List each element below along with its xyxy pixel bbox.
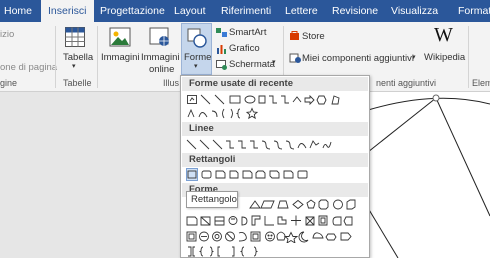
shapes-dropdown-icon: ▾ [194, 63, 198, 70]
store-button[interactable]: Store [302, 31, 325, 42]
my-addins-dropdown-icon[interactable]: ▾ [412, 53, 416, 61]
table-button[interactable]: Tabella [63, 52, 93, 63]
wikipedia-icon: W [434, 24, 453, 46]
document-drawing [367, 94, 490, 258]
smartart-button[interactable]: SmartArt [229, 27, 266, 38]
screenshot-icon [216, 59, 227, 73]
shapes-gallery-menu: Forme usate di recente Linee Rettangoli … [180, 75, 370, 258]
group-separator [97, 26, 98, 88]
tab-layout[interactable]: Layout [174, 0, 206, 22]
online-pictures-button-line2[interactable]: online [149, 64, 174, 75]
tab-view[interactable]: Visualizza [391, 0, 438, 22]
basic-shapes-row-4[interactable] [186, 245, 368, 258]
tab-home[interactable]: Home [4, 0, 32, 22]
rectangles-header: Rettangoli [182, 153, 368, 167]
tab-review[interactable]: Revisione [332, 0, 378, 22]
online-pictures-button[interactable]: Immagini [141, 52, 180, 63]
document-page[interactable] [367, 92, 490, 258]
cover-page-button[interactable]: izio [0, 29, 14, 40]
shape-tooltip: Rettangolo [186, 191, 238, 208]
recent-shapes-header: Forme usate di recente [182, 77, 368, 91]
tab-insert[interactable]: Inserisci [41, 0, 94, 22]
recent-shapes-row-2[interactable] [186, 107, 368, 120]
basic-shapes-row-3[interactable] [186, 230, 368, 243]
tab-mailings[interactable]: Lettere [285, 0, 318, 22]
screenshot-dropdown-icon[interactable]: ▾ [272, 58, 276, 66]
table-dropdown-icon[interactable]: ▾ [72, 62, 76, 70]
wikipedia-button[interactable]: Wikipedia [424, 52, 465, 63]
shapes-button-label: Forme [184, 52, 212, 63]
page-break-button[interactable]: one di pagina [0, 62, 57, 73]
table-icon [64, 26, 86, 51]
store-icon [289, 30, 300, 44]
tab-format[interactable]: Format [458, 0, 490, 22]
ribbon-tab-bar: Home Inserisci Progettazione Layout Rife… [0, 0, 490, 22]
tables-group-label: Tabelle [63, 78, 92, 88]
tab-references[interactable]: Riferimenti [221, 0, 271, 22]
group-separator [55, 26, 56, 88]
pages-group-label: gine [0, 78, 18, 88]
group-separator [468, 26, 469, 88]
chart-button[interactable]: Grafico [229, 43, 260, 54]
pictures-icon [109, 27, 131, 50]
lines-header: Linee [182, 122, 368, 136]
media-group-label: Elem [472, 78, 490, 88]
smartart-icon [216, 27, 227, 41]
my-addins-button[interactable]: Miei componenti aggiuntivi [302, 53, 414, 64]
illustrations-group-label: Illus [163, 78, 180, 88]
shapes-icon [186, 27, 208, 52]
my-addins-icon [289, 52, 301, 66]
line-shapes-row[interactable] [186, 138, 368, 151]
tab-design[interactable]: Progettazione [100, 0, 165, 22]
online-pictures-icon [149, 27, 171, 50]
screenshot-button[interactable]: Schermata [229, 59, 275, 70]
chart-icon [216, 43, 227, 57]
pictures-button[interactable]: Immagini [101, 52, 140, 63]
basic-shapes-row-2[interactable] [186, 214, 368, 227]
rectangle-shapes-row[interactable] [186, 168, 368, 181]
shape-handle-icon [432, 94, 440, 102]
recent-shapes-row-1[interactable] [186, 93, 368, 106]
addins-group-label: nenti aggiuntivi [376, 78, 437, 88]
